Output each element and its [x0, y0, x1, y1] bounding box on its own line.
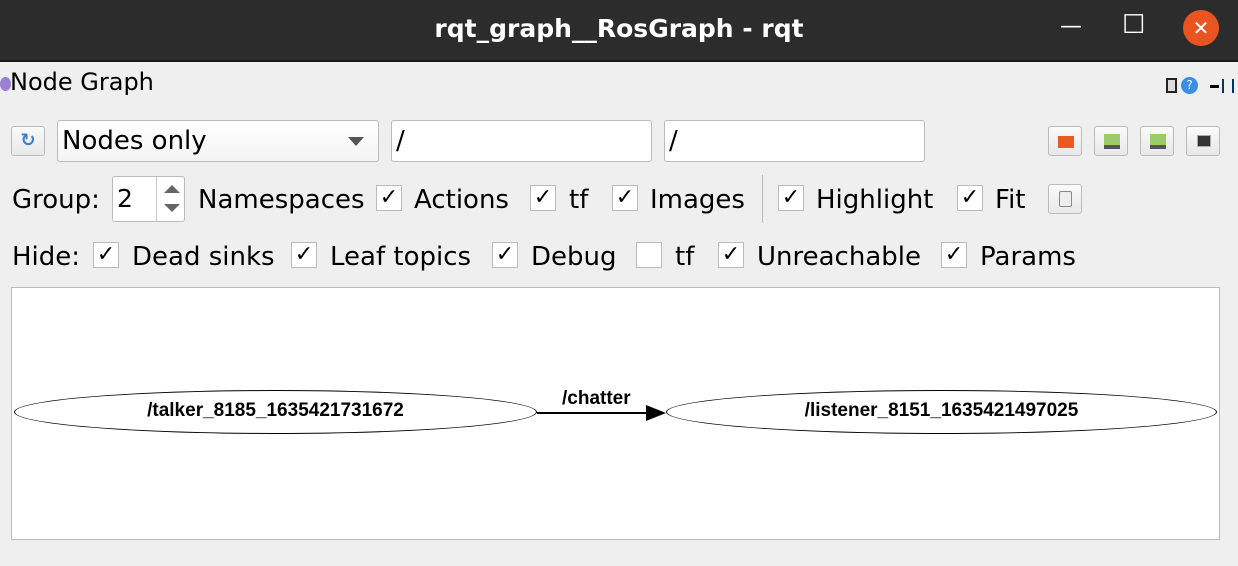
leaf-topics-label: Leaf topics — [330, 242, 472, 272]
close-button[interactable]: ✕ — [1183, 10, 1219, 46]
graph-canvas[interactable]: /talker_8185_1635421731672 /chatter /lis… — [11, 287, 1220, 540]
group-value: 2 — [117, 184, 133, 213]
dead-sinks-label: Dead sinks — [132, 242, 275, 272]
debug-label: Debug — [531, 242, 617, 272]
namespace-filter-input[interactable]: / — [391, 120, 652, 162]
fit-in-view-button[interactable] — [1048, 184, 1082, 214]
fit-checkbox[interactable]: ✓ — [957, 185, 983, 211]
debug-checkbox[interactable]: ✓ — [492, 242, 518, 268]
namespaces-label: Namespaces — [198, 185, 365, 215]
minimize-dock-icon[interactable] — [1210, 85, 1219, 88]
image-icon — [1197, 135, 1211, 147]
graph-node-talker[interactable]: /talker_8185_1635421731672 — [14, 390, 537, 434]
save-icon — [1150, 134, 1166, 149]
tf-checkbox[interactable]: ✓ — [530, 185, 556, 211]
help-icon[interactable]: ? — [1181, 77, 1198, 94]
fit-label: Fit — [995, 185, 1026, 215]
hide-tf-label: tf — [675, 242, 695, 272]
images-checkbox[interactable]: ✓ — [612, 185, 638, 211]
images-label: Images — [650, 185, 745, 215]
save-svg-button[interactable] — [1140, 126, 1174, 156]
edge-label[interactable]: /chatter — [562, 388, 631, 410]
topic-filter-input[interactable]: / — [664, 120, 925, 162]
dock-title: Node Graph — [10, 68, 154, 96]
dead-sinks-checkbox[interactable]: ✓ — [93, 242, 119, 268]
graph-mode-select[interactable]: Nodes only — [57, 120, 379, 162]
refresh-icon: ↻ — [20, 130, 36, 151]
params-label: Params — [980, 242, 1076, 272]
arrowhead-icon — [646, 405, 666, 421]
unreachable-label: Unreachable — [757, 242, 921, 272]
spin-down-icon[interactable] — [164, 204, 180, 212]
group-label: Group: — [12, 185, 100, 215]
graph-node-listener[interactable]: /listener_8151_1635421497025 — [666, 390, 1217, 434]
reload-plugin-icon[interactable] — [1166, 78, 1177, 93]
save-dot-button[interactable] — [1094, 126, 1128, 156]
hide-tf-checkbox[interactable] — [636, 242, 662, 268]
graph-mode-value: Nodes only — [62, 126, 207, 156]
load-dot-button[interactable] — [1048, 126, 1082, 156]
tf-label: tf — [569, 185, 589, 215]
save-icon — [1104, 134, 1120, 149]
actions-label: Actions — [414, 185, 509, 215]
actions-checkbox[interactable]: ✓ — [376, 185, 402, 211]
group-spinbox[interactable]: 2 — [112, 176, 185, 222]
unreachable-checkbox[interactable]: ✓ — [718, 242, 744, 268]
window-title: rqt_graph__RosGraph - rqt — [434, 14, 804, 43]
minimize-button[interactable]: — — [1060, 14, 1082, 39]
graph-edge — [537, 412, 647, 414]
float-dock-icon[interactable] — [1222, 79, 1234, 93]
separator — [762, 175, 763, 223]
chevron-down-icon — [348, 137, 364, 146]
fit-icon — [1059, 191, 1072, 207]
highlight-label: Highlight — [816, 185, 934, 215]
maximize-button[interactable]: ☐ — [1122, 10, 1145, 40]
params-checkbox[interactable]: ✓ — [941, 242, 967, 268]
save-image-button[interactable] — [1186, 126, 1220, 156]
folder-icon — [1058, 136, 1074, 148]
refresh-button[interactable]: ↻ — [11, 126, 45, 156]
highlight-checkbox[interactable]: ✓ — [778, 185, 804, 211]
leaf-topics-checkbox[interactable]: ✓ — [291, 242, 317, 268]
hide-label: Hide: — [12, 242, 81, 272]
spin-up-icon[interactable] — [164, 185, 180, 193]
